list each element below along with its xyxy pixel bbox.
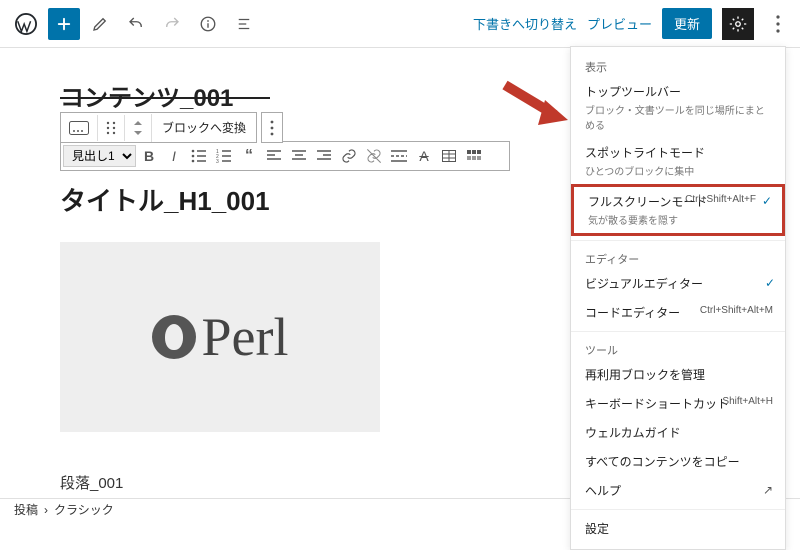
menu-fullscreen-mode[interactable]: フルスクリーンモード 気が散る要素を隠す Ctrl+Shift+Alt+F ✓ (571, 184, 785, 236)
dropdown-section-editor: エディター (571, 245, 785, 269)
external-link-icon: ↗ (763, 483, 773, 497)
more-menu-button[interactable] (764, 8, 792, 40)
perl-logo: Perl (152, 306, 289, 368)
dropdown-section-tools: ツール (571, 336, 785, 360)
wordpress-logo-icon[interactable] (8, 6, 44, 42)
switch-to-draft-button[interactable]: 下書きへ切り替え (473, 14, 577, 33)
align-right-button[interactable] (312, 144, 336, 168)
onion-icon (152, 315, 196, 359)
classic-block-icon[interactable] (61, 115, 98, 141)
menu-manage-reusable-blocks[interactable]: 再利用ブロックを管理 (571, 360, 785, 389)
post-title[interactable]: コンテンツ_001 (60, 78, 510, 113)
menu-help[interactable]: ヘルプ ↗ (571, 476, 785, 505)
block-toolbar: ブロックへ変換 (60, 112, 283, 143)
preview-button[interactable]: プレビュー (587, 14, 652, 33)
menu-keyboard-shortcuts[interactable]: キーボードショートカット Shift+Alt+H (571, 389, 785, 418)
menu-welcome-guide[interactable]: ウェルカムガイド (571, 418, 785, 447)
link-button[interactable] (337, 144, 361, 168)
move-up-down-icon[interactable] (125, 114, 152, 142)
breadcrumb-current[interactable]: クラシック (54, 501, 114, 518)
block-more-options-button[interactable] (261, 112, 283, 143)
italic-button[interactable]: I (162, 144, 186, 168)
check-icon: ✓ (765, 276, 775, 290)
undo-icon[interactable] (120, 8, 152, 40)
image-block[interactable]: Perl (60, 242, 380, 432)
menu-spotlight-mode[interactable]: スポットライトモード ひとつのブロックに集中 (571, 138, 785, 184)
toolbar-toggle-button[interactable] (462, 144, 486, 168)
check-icon: ✓ (762, 194, 772, 208)
breadcrumb-root[interactable]: 投稿 (14, 501, 38, 518)
outline-icon[interactable] (228, 8, 260, 40)
add-block-button[interactable] (48, 8, 80, 40)
paragraph-block[interactable]: 段落_001 (60, 472, 510, 493)
options-dropdown: 表示 トップツールバー ブロック・文書ツールを同じ場所にまとめる スポットライト… (570, 46, 786, 550)
dropdown-section-view: 表示 (571, 53, 785, 77)
svg-text:3: 3 (216, 159, 219, 163)
breadcrumb-separator: › (44, 503, 48, 517)
menu-copy-all-content[interactable]: すべてのコンテンツをコピー (571, 447, 785, 476)
update-button[interactable]: 更新 (662, 8, 712, 39)
insert-more-button[interactable] (387, 144, 411, 168)
align-center-button[interactable] (287, 144, 311, 168)
editor-topbar: 下書きへ切り替え プレビュー 更新 (0, 0, 800, 48)
redo-icon[interactable] (156, 8, 188, 40)
annotation-arrow (500, 80, 570, 130)
unlink-button[interactable] (362, 144, 386, 168)
format-select[interactable]: 見出し1 (63, 145, 136, 167)
bold-button[interactable]: B (137, 144, 161, 168)
table-button[interactable] (437, 144, 461, 168)
convert-to-blocks-button[interactable]: ブロックへ変換 (152, 113, 256, 142)
menu-top-toolbar[interactable]: トップツールバー ブロック・文書ツールを同じ場所にまとめる (571, 77, 785, 138)
info-icon[interactable] (192, 8, 224, 40)
strikethrough-button[interactable]: A (412, 144, 436, 168)
menu-code-editor[interactable]: コードエディター Ctrl+Shift+Alt+M (571, 298, 785, 327)
drag-handle-icon[interactable] (98, 115, 125, 141)
menu-visual-editor[interactable]: ビジュアルエディター ✓ (571, 269, 785, 298)
heading-h1[interactable]: タイトル_H1_001 (60, 181, 510, 218)
blockquote-button[interactable]: “ (237, 144, 261, 168)
align-left-button[interactable] (262, 144, 286, 168)
classic-editor-toolbar: 見出し1 B I 123 “ A (60, 141, 510, 171)
settings-gear-button[interactable] (722, 8, 754, 40)
menu-preferences[interactable]: 設定 (571, 514, 785, 543)
numbered-list-button[interactable]: 123 (212, 144, 236, 168)
editor-canvas: コンテンツ_001 ブロックへ変換 見出し1 B I 123 “ A タイトル_… (0, 48, 570, 498)
bullet-list-button[interactable] (187, 144, 211, 168)
edit-mode-icon[interactable] (84, 8, 116, 40)
